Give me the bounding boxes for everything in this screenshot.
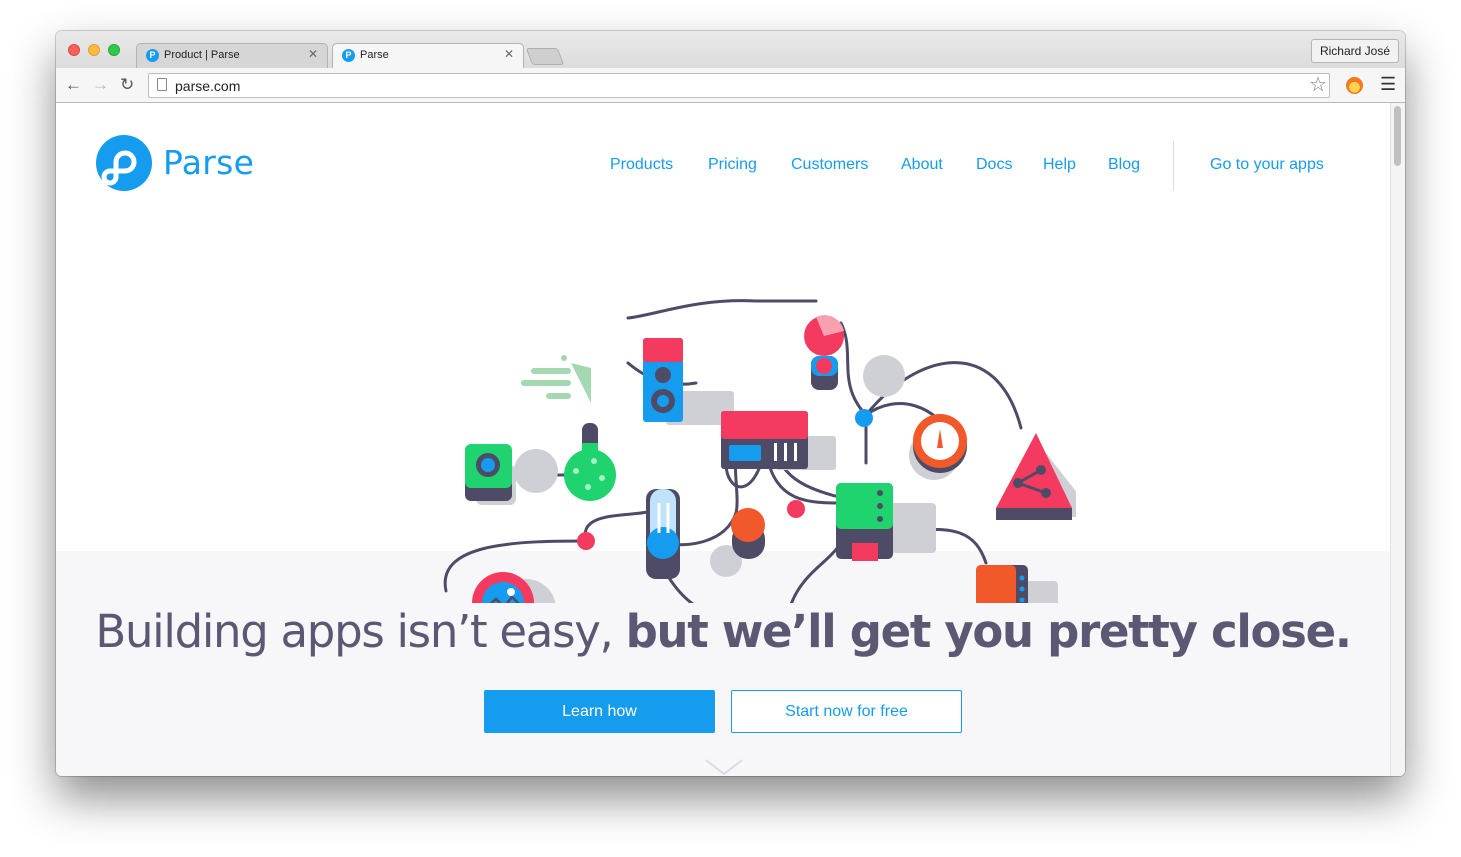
- nav-divider: [1173, 141, 1174, 191]
- forward-arrow-icon[interactable]: →: [92, 75, 109, 95]
- parse-favicon-icon: P: [146, 49, 159, 62]
- nav-pricing[interactable]: Pricing: [708, 156, 757, 174]
- scrollbar-thumb[interactable]: [1394, 106, 1401, 166]
- address-bar[interactable]: parse.com ☆: [148, 73, 1330, 98]
- nav-products[interactable]: Products: [610, 156, 673, 174]
- nav-customers[interactable]: Customers: [791, 156, 868, 174]
- browser-window: P Product | Parse ✕ P Parse ✕ Richard Jo…: [56, 31, 1405, 776]
- profile-button[interactable]: Richard José: [1310, 39, 1399, 63]
- extension-icon[interactable]: [1346, 77, 1363, 94]
- back-arrow-icon[interactable]: ←: [65, 75, 82, 95]
- tab-title: Parse: [360, 49, 389, 61]
- nav-go-to-apps[interactable]: Go to your apps: [1210, 156, 1324, 174]
- tab-product-parse[interactable]: P Product | Parse ✕: [136, 43, 328, 68]
- tab-parse[interactable]: P Parse ✕: [332, 43, 524, 68]
- parse-favicon-icon: P: [342, 49, 355, 62]
- page-icon: [157, 78, 167, 91]
- nav-docs[interactable]: Docs: [976, 156, 1012, 174]
- learn-how-button[interactable]: Learn how: [484, 690, 715, 733]
- hero-headline: Building apps isn’t easy, but we’ll get …: [56, 605, 1390, 658]
- logo-text[interactable]: Parse: [163, 143, 254, 182]
- title-bar: P Product | Parse ✕ P Parse ✕ Richard Jo…: [56, 31, 1405, 68]
- headline-light: Building apps isn’t easy,: [95, 605, 626, 658]
- hamburger-menu-icon[interactable]: ☰: [1380, 74, 1396, 95]
- page-viewport: Parse Products Pricing Customers About D…: [56, 103, 1405, 776]
- chevron-down-icon[interactable]: [704, 758, 744, 776]
- tab-close-icon[interactable]: ✕: [504, 47, 514, 61]
- new-tab-button[interactable]: [525, 48, 565, 65]
- nav-blog[interactable]: Blog: [1108, 156, 1140, 174]
- minimize-window-button[interactable]: [88, 44, 100, 56]
- start-free-button[interactable]: Start now for free: [731, 690, 962, 733]
- star-icon[interactable]: ☆: [1309, 74, 1327, 96]
- parse-logo-icon[interactable]: [96, 135, 152, 191]
- reload-icon[interactable]: ↻: [120, 75, 134, 95]
- close-window-button[interactable]: [68, 44, 80, 56]
- url-text[interactable]: parse.com: [175, 78, 240, 94]
- tab-title: Product | Parse: [164, 49, 240, 61]
- zoom-window-button[interactable]: [108, 44, 120, 56]
- tab-close-icon[interactable]: ✕: [308, 47, 318, 61]
- hero-illustration: [443, 299, 1076, 603]
- browser-toolbar: ← → ↻ parse.com ☆ ☰: [56, 68, 1405, 103]
- page-scrollbar[interactable]: [1390, 103, 1405, 776]
- headline-bold: but we’ll get you pretty close.: [625, 605, 1352, 658]
- nav-help[interactable]: Help: [1043, 156, 1076, 174]
- nav-about[interactable]: About: [901, 156, 943, 174]
